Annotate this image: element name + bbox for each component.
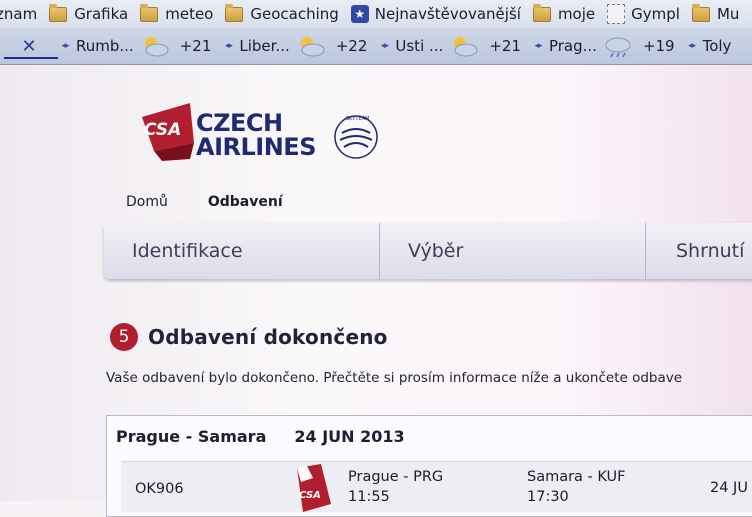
- bookmark-folder-geocaching[interactable]: Geocaching: [225, 3, 344, 23]
- tab-label: Liber...: [239, 37, 290, 55]
- tab-separator-icon: ◂▸: [380, 41, 389, 51]
- airline-tail-icon: CSA: [297, 464, 331, 512]
- bookmarks-bar: znam Grafika meteo Geocaching ★ Nejnavšt…: [0, 0, 752, 28]
- weather-cloud-icon: [300, 37, 325, 57]
- tab-label: Toly: [702, 37, 732, 55]
- bookmark-label: Geocaching: [250, 5, 339, 23]
- nav-home-link[interactable]: Domů: [126, 194, 168, 210]
- tab-liberec[interactable]: Liber... +22: [235, 28, 377, 64]
- tab-separator-icon: ◂▸: [688, 41, 696, 51]
- bookmark-item[interactable]: znam: [0, 5, 43, 23]
- tab-separator-icon: ◂▸: [534, 41, 542, 51]
- step-vyber[interactable]: Výběr: [380, 223, 646, 279]
- skyteam-text: SKYTEAM: [346, 116, 369, 122]
- step-identifikace[interactable]: Identifikace: [104, 223, 380, 279]
- bookmark-label: Grafika: [74, 5, 129, 23]
- folder-icon: [532, 3, 551, 22]
- flight-summary-box: Prague - Samara 24 JUN 2013 OK906 CSA Pr…: [106, 415, 752, 517]
- bookmark-label: meteo: [165, 5, 214, 23]
- folder-icon: [691, 3, 710, 22]
- czech-airlines-logo[interactable]: CSA CZECH AIRLINES SKYTEAM: [132, 99, 382, 169]
- departure-place: Prague - PRG: [348, 469, 444, 485]
- step-number-badge: 5: [110, 323, 138, 351]
- step-shrnuti[interactable]: Shrnutí: [646, 223, 752, 279]
- departure-time: 11:55: [348, 489, 390, 505]
- arrival-info: Samara - KUF 17:30: [527, 467, 625, 507]
- bookmark-star-icon: ★: [350, 5, 369, 23]
- flight-number: OK906: [135, 481, 184, 497]
- folder-icon: [225, 3, 244, 22]
- bookmark-label: moje: [557, 5, 596, 23]
- bookmark-label: Mu: [716, 5, 740, 23]
- checkin-steps: Identifikace Výběr Shrnutí: [104, 223, 752, 279]
- tab-rumburk[interactable]: Rumb... +21: [72, 28, 221, 64]
- tab-temperature: +21: [489, 37, 521, 55]
- tab-label: Usti ...: [395, 37, 444, 55]
- bookmark-label: znam: [0, 5, 38, 23]
- flight-date: 24 JU: [710, 480, 748, 496]
- page-content: CSA CZECH AIRLINES SKYTEAM Domů Odbavení…: [0, 65, 752, 517]
- bookmark-folder-mu[interactable]: Mu: [691, 3, 745, 23]
- folder-icon: [49, 3, 68, 22]
- completion-heading: 5 Odbavení dokončeno: [110, 323, 388, 351]
- info-text: Vaše odbavení bylo dokončeno. Přečtěte s…: [106, 370, 683, 386]
- flight-row: OK906 CSA Prague - PRG 11:55 Samara - KU…: [121, 461, 752, 512]
- departure-info: Prague - PRG 11:55: [348, 467, 443, 507]
- page-icon: [607, 4, 626, 24]
- nav-checkin-link[interactable]: Odbavení: [208, 194, 283, 210]
- route-label: Prague - Samara: [116, 427, 267, 446]
- tab-separator-icon: ◂▸: [61, 41, 69, 51]
- tab-toly[interactable]: Toly: [699, 28, 736, 64]
- bookmark-label: Nejnavštěvovanější: [374, 5, 521, 23]
- tab-temperature: +19: [642, 37, 675, 55]
- close-icon: ✕: [21, 35, 37, 57]
- tab-label: Prag...: [548, 37, 597, 55]
- logo-line2-text: AIRLINES: [196, 133, 316, 161]
- tail-badge-text: CSA: [299, 490, 321, 501]
- tab-bar: ✕ ◂▸ Rumb... +21 ◂▸ Liber... +22 ◂▸ Usti…: [0, 28, 752, 65]
- tab-usti[interactable]: Usti ... +21: [391, 28, 531, 64]
- tab-separator-icon: ◂▸: [224, 41, 233, 51]
- logo-badge-text: CSA: [144, 120, 181, 140]
- route-date: 24 JUN 2013: [294, 427, 405, 446]
- weather-rain-icon: [605, 37, 631, 58]
- skyteam-icon: SKYTEAM: [334, 115, 378, 159]
- bookmark-most-visited[interactable]: ★ Nejnavštěvovanější: [350, 5, 527, 23]
- bookmark-gympl[interactable]: Gympl: [607, 4, 686, 24]
- page-title: Odbavení dokončeno: [148, 325, 388, 349]
- arrival-place: Samara - KUF: [527, 469, 626, 485]
- close-tab-button[interactable]: ✕: [0, 28, 58, 64]
- tab-temperature: +22: [335, 37, 368, 55]
- bookmark-folder-grafika[interactable]: Grafika: [49, 3, 134, 23]
- bookmark-folder-moje[interactable]: moje: [532, 3, 601, 23]
- main-nav: Domů Odbavení: [126, 194, 283, 210]
- tab-praha[interactable]: Prag... +19: [545, 28, 685, 64]
- route-header: Prague - Samara 24 JUN 2013: [116, 427, 405, 446]
- arrival-time: 17:30: [527, 489, 569, 505]
- tab-label: Rumb...: [76, 37, 134, 55]
- bookmark-folder-meteo[interactable]: meteo: [140, 3, 219, 23]
- czech-airlines-logo-graphic: CSA CZECH AIRLINES SKYTEAM: [142, 103, 378, 161]
- weather-cloud-icon: [454, 37, 478, 57]
- tab-temperature: +21: [179, 37, 212, 55]
- weather-cloud-icon: [144, 37, 169, 57]
- folder-icon: [140, 3, 159, 22]
- bookmark-label: Gympl: [631, 5, 680, 23]
